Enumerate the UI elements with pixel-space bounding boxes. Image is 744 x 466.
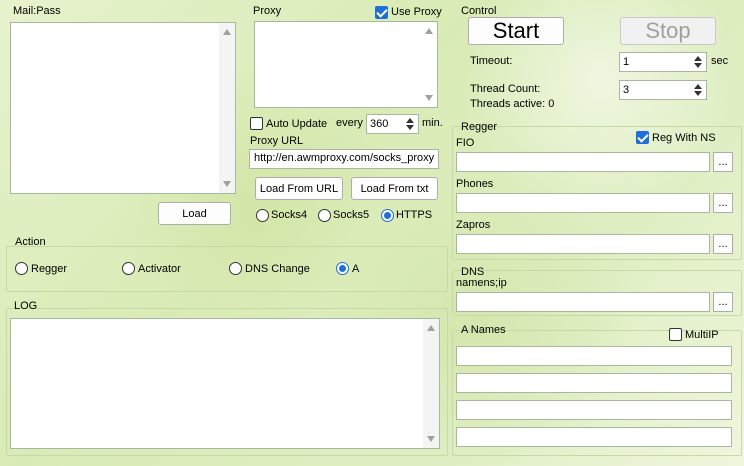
a-name-input-2[interactable] xyxy=(456,373,732,393)
action-title: Action xyxy=(15,236,46,248)
a-option-label: A xyxy=(352,263,360,275)
thread-count-value: 3 xyxy=(623,84,630,96)
spin-down-icon[interactable] xyxy=(694,63,702,68)
scroll-up-arrow-icon[interactable] xyxy=(223,29,231,35)
start-button[interactable]: Start xyxy=(468,17,564,45)
timeout-spinbox[interactable]: 1 xyxy=(619,52,707,72)
a-name-input-3[interactable] xyxy=(456,400,732,420)
spin-down-icon[interactable] xyxy=(694,91,702,96)
sec-label: sec xyxy=(711,55,729,67)
zapros-browse-button[interactable]: ... xyxy=(713,234,733,254)
spin-up-icon[interactable] xyxy=(694,56,702,61)
timeout-label: Timeout: xyxy=(470,55,513,67)
mailpass-textarea[interactable] xyxy=(10,22,236,194)
every-label: every xyxy=(336,117,363,129)
anames-title: A Names xyxy=(461,324,506,336)
use-proxy-label: Use Proxy xyxy=(391,6,442,18)
a-name-input-4[interactable] xyxy=(456,427,732,447)
regger-option-label: Regger xyxy=(31,263,68,275)
radio-dns-change[interactable] xyxy=(229,262,242,275)
zapros-input[interactable] xyxy=(456,234,710,254)
thread-count-label: Thread Count: xyxy=(470,83,541,95)
reg-with-ns-checkbox[interactable] xyxy=(636,131,649,144)
every-spinbox[interactable]: 360 xyxy=(366,114,419,134)
timeout-value: 1 xyxy=(623,56,630,68)
phones-input[interactable] xyxy=(456,193,710,213)
log-title: LOG xyxy=(14,300,38,312)
min-label: min. xyxy=(422,117,443,129)
regger-title: Regger xyxy=(461,121,498,133)
spin-up-icon[interactable] xyxy=(694,84,702,89)
scroll-down-arrow-icon[interactable] xyxy=(427,436,435,442)
fio-browse-button[interactable]: ... xyxy=(713,152,733,172)
scroll-up-arrow-icon[interactable] xyxy=(427,325,435,331)
load-from-txt-button[interactable]: Load From txt xyxy=(351,177,438,200)
load-button[interactable]: Load xyxy=(158,202,231,225)
every-value: 360 xyxy=(370,118,389,130)
thread-count-spin-arrows[interactable] xyxy=(690,81,706,99)
zapros-label: Zapros xyxy=(456,219,491,231)
every-spin-arrows[interactable] xyxy=(402,115,418,133)
mailpass-title: Mail:Pass xyxy=(13,5,61,17)
socks4-label: Socks4 xyxy=(271,209,308,221)
auto-update-label: Auto Update xyxy=(266,118,328,130)
spin-down-icon[interactable] xyxy=(406,125,414,130)
radio-https[interactable] xyxy=(381,209,394,222)
proxy-textarea[interactable] xyxy=(254,21,438,108)
multiip-label: MultiIP xyxy=(685,329,719,341)
proxy-title: Proxy xyxy=(253,5,282,17)
fio-input[interactable] xyxy=(456,152,710,172)
dns-browse-button[interactable]: ... xyxy=(713,292,733,312)
dns-input[interactable] xyxy=(456,292,710,312)
scroll-up-arrow-icon[interactable] xyxy=(425,28,433,34)
radio-activator[interactable] xyxy=(122,262,135,275)
phones-browse-button[interactable]: ... xyxy=(713,193,733,213)
proxy-url-label: Proxy URL xyxy=(250,135,304,147)
dns-change-option-label: DNS Change xyxy=(245,263,310,275)
load-from-url-button[interactable]: Load From URL xyxy=(255,177,343,200)
scroll-down-arrow-icon[interactable] xyxy=(425,95,433,101)
a-name-input-1[interactable] xyxy=(456,346,732,366)
thread-count-spinbox[interactable]: 3 xyxy=(619,80,707,100)
radio-a[interactable] xyxy=(336,262,349,275)
radio-regger[interactable] xyxy=(15,262,28,275)
auto-update-checkbox[interactable] xyxy=(250,117,263,130)
socks5-label: Socks5 xyxy=(333,209,370,221)
log-scrollbar[interactable] xyxy=(423,319,439,448)
activator-option-label: Activator xyxy=(138,263,181,275)
radio-socks5[interactable] xyxy=(318,209,331,222)
scroll-down-arrow-icon[interactable] xyxy=(223,181,231,187)
proxy-scrollbar[interactable] xyxy=(421,22,437,107)
proxy-url-input[interactable]: http://en.awmproxy.com/socks_proxy xyxy=(249,149,439,169)
multiip-checkbox[interactable] xyxy=(669,328,682,341)
https-label: HTTPS xyxy=(396,209,433,221)
control-title: Control xyxy=(461,5,497,17)
spin-up-icon[interactable] xyxy=(406,118,414,123)
phones-label: Phones xyxy=(456,178,494,190)
namens-label: namens;ip xyxy=(456,277,507,289)
use-proxy-checkbox[interactable] xyxy=(375,6,388,19)
threads-active-label: Threads active: 0 xyxy=(470,98,555,110)
radio-socks4[interactable] xyxy=(256,209,269,222)
timeout-spin-arrows[interactable] xyxy=(690,53,706,71)
mailpass-scrollbar[interactable] xyxy=(219,23,235,193)
fio-label: FIO xyxy=(456,137,475,149)
reg-with-ns-label: Reg With NS xyxy=(652,132,716,144)
stop-button[interactable]: Stop xyxy=(620,17,716,45)
log-textarea[interactable] xyxy=(10,318,440,449)
action-group xyxy=(6,246,448,292)
